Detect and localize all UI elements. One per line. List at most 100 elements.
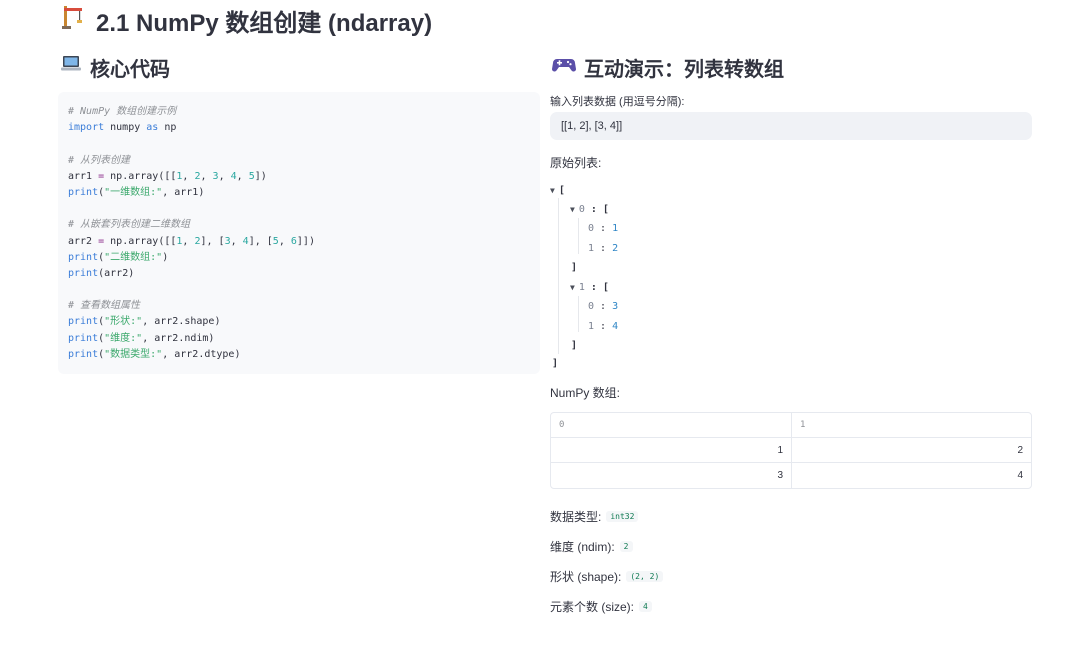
table-cell[interactable]: 3 xyxy=(551,463,791,488)
code-line: print("一维数组:", arr1) xyxy=(68,185,530,201)
code-token: print xyxy=(68,251,99,263)
code-section-heading: 核心代码 xyxy=(60,52,170,82)
json-group-close: ] xyxy=(571,261,578,273)
code-token: arr1 xyxy=(68,170,99,182)
page-title: 2.1 NumPy 数组创建 (ndarray) xyxy=(96,9,433,37)
json-group-row[interactable]: ▼ 1 : [ xyxy=(570,280,609,294)
shape-property: 形状 (shape): (2, 2) xyxy=(550,568,664,584)
code-token: ], [ xyxy=(200,235,225,247)
gamepad-icon xyxy=(552,54,576,80)
json-item-row: 0 : 1 xyxy=(588,222,619,234)
tree-guide xyxy=(558,198,559,354)
list-input-label: 输入列表数据 (用逗号分隔): xyxy=(550,96,685,108)
table-cell[interactable]: 4 xyxy=(791,463,1031,488)
code-token: , xyxy=(230,235,243,247)
code-token: "一维数组:" xyxy=(104,186,163,198)
code-line: # NumPy 数组创建示例 xyxy=(68,104,530,120)
array-table: 0 1 1 2 3 4 xyxy=(550,412,1032,489)
code-token: np xyxy=(158,122,177,134)
caret-down-icon[interactable]: ▼ xyxy=(570,205,575,214)
code-line: import numpy as np xyxy=(68,120,530,136)
code-token: , xyxy=(182,170,195,182)
code-token: print xyxy=(68,267,99,279)
code-line: print(arr2) xyxy=(68,266,530,282)
code-token: , xyxy=(182,235,195,247)
code-token: as xyxy=(146,122,159,134)
code-token: , arr1) xyxy=(162,186,205,198)
table-cell[interactable]: 2 xyxy=(791,438,1031,462)
code-token: ]) xyxy=(254,170,267,182)
code-token: "数据类型:" xyxy=(104,348,163,360)
property-label: 维度 (ndim): xyxy=(550,539,615,554)
property-label: 元素个数 (size): xyxy=(550,599,635,614)
code-line: arr2 = np.array([[1, 2], [3, 4], [5, 6]]… xyxy=(68,234,530,250)
code-token: , arr2.dtype) xyxy=(162,348,241,360)
code-line: # 从列表创建 xyxy=(68,153,530,169)
property-value: int32 xyxy=(606,510,639,522)
code-token: "二维数组:" xyxy=(104,251,163,263)
ndim-property: 维度 (ndim): 2 xyxy=(550,538,633,554)
size-property: 元素个数 (size): 4 xyxy=(550,598,652,614)
code-token: np.array([[ xyxy=(104,170,177,182)
numpy-array-label: NumPy 数组: xyxy=(550,386,621,400)
code-token: ) xyxy=(162,251,169,263)
demo-section-title: 互动演示：列表转数组 xyxy=(584,58,784,81)
json-item-row: 1 : 2 xyxy=(588,242,619,254)
code-token: , xyxy=(218,170,231,182)
code-token: , xyxy=(278,235,291,247)
json-item-row: 1 : 4 xyxy=(588,320,619,332)
json-group-row[interactable]: ▼ 0 : [ xyxy=(570,202,609,216)
construction-crane-icon xyxy=(60,4,86,37)
tree-guide xyxy=(578,296,579,332)
original-list-label: 原始列表: xyxy=(550,156,602,170)
list-input[interactable]: [[1, 2], [3, 4]] xyxy=(550,112,1032,140)
caret-down-icon[interactable]: ▼ xyxy=(570,283,575,292)
column-header[interactable]: 0 xyxy=(551,413,791,437)
column-header[interactable]: 1 xyxy=(791,413,1031,437)
code-token: , xyxy=(236,170,249,182)
dtype-property: 数据类型: int32 xyxy=(550,508,639,524)
code-token: # 从列表创建 xyxy=(68,154,131,166)
table-header-row: 0 1 xyxy=(551,413,1031,438)
code-block: # NumPy 数组创建示例 import numpy as np # 从列表创建 a… xyxy=(58,92,540,374)
code-token: "形状:" xyxy=(104,316,143,328)
code-token: ], [ xyxy=(248,235,273,247)
code-line: print("二维数组:") xyxy=(68,250,530,266)
code-line: # 从嵌套列表创建二维数组 xyxy=(68,217,530,233)
code-token: ]]) xyxy=(296,235,315,247)
json-root-close: ] xyxy=(552,357,559,369)
code-token: , xyxy=(200,170,213,182)
list-input-value: [[1, 2], [3, 4]] xyxy=(561,120,623,132)
code-token: , arr2.shape) xyxy=(142,316,221,328)
code-line: print("数据类型:", arr2.dtype) xyxy=(68,347,530,363)
json-root-row[interactable]: ▼ [ xyxy=(550,183,565,197)
code-token: # 查看数组属性 xyxy=(68,300,141,312)
page-title-row: 2.1 NumPy 数组创建 (ndarray) xyxy=(60,4,433,37)
code-token: "维度:" xyxy=(104,332,143,344)
table-row: 1 2 xyxy=(551,438,1031,463)
property-value: 2 xyxy=(619,540,633,552)
code-token: import xyxy=(68,122,105,134)
property-label: 数据类型: xyxy=(550,509,602,524)
demo-section-heading: 互动演示：列表转数组 xyxy=(552,52,784,82)
json-group-close: ] xyxy=(571,339,578,351)
caret-down-icon[interactable]: ▼ xyxy=(550,186,555,195)
table-row: 3 4 xyxy=(551,463,1031,488)
code-token: (arr2) xyxy=(98,267,135,279)
code-token: print xyxy=(68,316,99,328)
tree-guide xyxy=(578,218,579,254)
code-line: print("形状:", arr2.shape) xyxy=(68,314,530,330)
code-token: # NumPy 数组创建示例 xyxy=(68,106,177,117)
code-token: arr2 xyxy=(68,235,99,247)
code-token: print xyxy=(68,186,99,198)
code-line: print("维度:", arr2.ndim) xyxy=(68,331,530,347)
code-line: arr1 = np.array([[1, 2, 3, 4, 5]) xyxy=(68,169,530,185)
code-line: # 查看数组属性 xyxy=(68,298,530,314)
table-cell[interactable]: 1 xyxy=(551,438,791,462)
laptop-icon xyxy=(60,54,82,80)
code-token: numpy xyxy=(104,122,147,134)
code-token: print xyxy=(68,348,99,360)
